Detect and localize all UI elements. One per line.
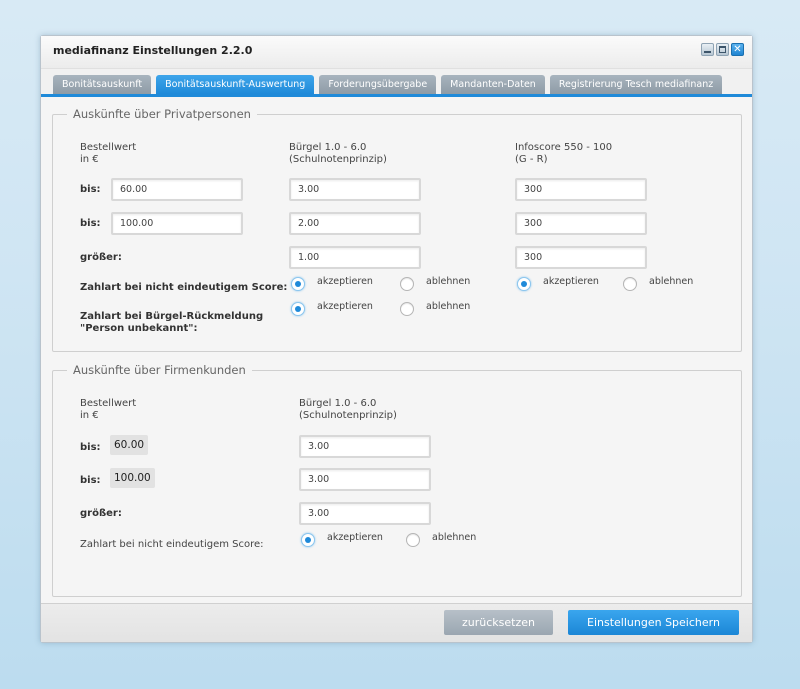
- radio-label: akzeptieren: [327, 531, 383, 543]
- header-line: (Schulnotenprinzip): [289, 154, 387, 165]
- private-unknown-label: Zahlart bei Bürgel-Rückmeldung "Person u…: [80, 311, 263, 335]
- private-row3-label: größer:: [80, 252, 122, 263]
- business-row2-buergel-input[interactable]: 3.00: [299, 468, 431, 491]
- private-row1-buergel-input[interactable]: 3.00: [289, 178, 421, 201]
- radio-unchecked-icon[interactable]: [623, 277, 637, 291]
- header-line: Bürgel 1.0 - 6.0: [289, 142, 367, 153]
- settings-window: mediafinanz Einstellungen 2.2.0 ✕ Bonitä…: [40, 35, 753, 643]
- private-row3-buergel-input[interactable]: 1.00: [289, 246, 421, 269]
- window-title: mediafinanz Einstellungen 2.2.0: [53, 44, 253, 57]
- header-line: in €: [80, 154, 99, 165]
- maximize-icon[interactable]: [716, 43, 729, 56]
- business-score-accept-radio[interactable]: akzeptieren: [301, 531, 383, 547]
- private-infoscore-score-reject-radio[interactable]: ablehnen: [623, 275, 694, 291]
- radio-label: akzeptieren: [317, 275, 373, 287]
- business-row2-value: 100.00: [110, 468, 155, 488]
- private-infoscore-score-accept-radio[interactable]: akzeptieren: [517, 275, 599, 291]
- private-row2-label: bis:: [80, 218, 101, 229]
- tab-mandanten-daten[interactable]: Mandanten-Daten: [441, 75, 545, 94]
- private-legend: Auskünfte über Privatpersonen: [67, 107, 257, 121]
- business-score-reject-radio[interactable]: ablehnen: [406, 531, 477, 547]
- business-row2-label: bis:: [80, 475, 101, 486]
- save-settings-button[interactable]: Einstellungen Speichern: [568, 610, 739, 635]
- business-row1-buergel-input[interactable]: 3.00: [299, 435, 431, 458]
- close-icon[interactable]: ✕: [731, 43, 744, 56]
- header-line: in €: [80, 410, 99, 421]
- private-unknown-reject-radio[interactable]: ablehnen: [400, 300, 471, 316]
- private-row1-label: bis:: [80, 184, 101, 195]
- tab-bonitaetsauskunft-auswertung[interactable]: Bonitätsauskunft-Auswertung: [156, 75, 315, 94]
- header-line: Bestellwert: [80, 398, 137, 409]
- tab-forderungsuebergabe[interactable]: Forderungsübergabe: [319, 75, 437, 94]
- header-line: (G - R): [515, 154, 548, 165]
- header-line: Bürgel 1.0 - 6.0: [299, 398, 377, 409]
- label-line: "Person unbekannt":: [80, 323, 198, 334]
- private-row2-value-input[interactable]: 100.00: [111, 212, 243, 235]
- radio-label: ablehnen: [432, 531, 477, 543]
- business-row3-buergel-input[interactable]: 3.00: [299, 502, 431, 525]
- private-col1-header: Bestellwert in €: [80, 142, 136, 166]
- tab-content: Auskünfte über Privatpersonen Bestellwer…: [41, 97, 752, 605]
- footer-bar: zurücksetzen Einstellungen Speichern: [41, 603, 752, 642]
- tab-registrierung[interactable]: Registrierung Tesch mediafinanz: [549, 75, 723, 94]
- tab-bar: Bonitätsauskunft Bonitätsauskunft-Auswer…: [53, 75, 723, 94]
- radio-unchecked-icon[interactable]: [400, 277, 414, 291]
- private-persons-group: Auskünfte über Privatpersonen Bestellwer…: [52, 107, 742, 352]
- private-row2-infoscore-input[interactable]: 300: [515, 212, 647, 235]
- tab-bonitaetsauskunft[interactable]: Bonitätsauskunft: [53, 75, 152, 94]
- radio-unchecked-icon[interactable]: [406, 533, 420, 547]
- business-row1-value: 60.00: [110, 435, 149, 455]
- business-row1-label: bis:: [80, 442, 101, 453]
- radio-label: ablehnen: [426, 275, 471, 287]
- header-line: (Schulnotenprinzip): [299, 410, 397, 421]
- radio-checked-icon[interactable]: [301, 533, 315, 547]
- business-col1-header: Bestellwert in €: [80, 398, 136, 422]
- radio-label: akzeptieren: [543, 275, 599, 287]
- private-row3-infoscore-input[interactable]: 300: [515, 246, 647, 269]
- private-col2-header: Bürgel 1.0 - 6.0 (Schulnotenprinzip): [289, 142, 387, 166]
- radio-label: ablehnen: [426, 300, 471, 312]
- business-col2-header: Bürgel 1.0 - 6.0 (Schulnotenprinzip): [299, 398, 397, 422]
- private-col3-header: Infoscore 550 - 100 (G - R): [515, 142, 612, 166]
- radio-checked-icon[interactable]: [291, 302, 305, 316]
- business-legend: Auskünfte über Firmenkunden: [67, 363, 252, 377]
- private-buergel-score-accept-radio[interactable]: akzeptieren: [291, 275, 373, 291]
- reset-button[interactable]: zurücksetzen: [444, 610, 553, 635]
- header-line: Infoscore 550 - 100: [515, 142, 613, 153]
- radio-checked-icon[interactable]: [291, 277, 305, 291]
- business-score-label: Zahlart bei nicht eindeutigem Score:: [80, 539, 264, 550]
- header-line: Bestellwert: [80, 142, 137, 153]
- business-row3-label: größer:: [80, 508, 122, 519]
- title-bar[interactable]: mediafinanz Einstellungen 2.2.0 ✕: [41, 36, 752, 69]
- private-row1-infoscore-input[interactable]: 300: [515, 178, 647, 201]
- label-line: Zahlart bei Bürgel-Rückmeldung: [80, 311, 264, 322]
- radio-unchecked-icon[interactable]: [400, 302, 414, 316]
- radio-label: ablehnen: [649, 275, 694, 287]
- private-unknown-accept-radio[interactable]: akzeptieren: [291, 300, 373, 316]
- private-buergel-score-reject-radio[interactable]: ablehnen: [400, 275, 471, 291]
- radio-checked-icon[interactable]: [517, 277, 531, 291]
- private-score-label: Zahlart bei nicht eindeutigem Score:: [80, 282, 288, 293]
- radio-label: akzeptieren: [317, 300, 373, 312]
- minimize-icon[interactable]: [701, 43, 714, 56]
- private-row2-buergel-input[interactable]: 2.00: [289, 212, 421, 235]
- business-customers-group: Auskünfte über Firmenkunden Bestellwert …: [52, 363, 742, 597]
- private-row1-value-input[interactable]: 60.00: [111, 178, 243, 201]
